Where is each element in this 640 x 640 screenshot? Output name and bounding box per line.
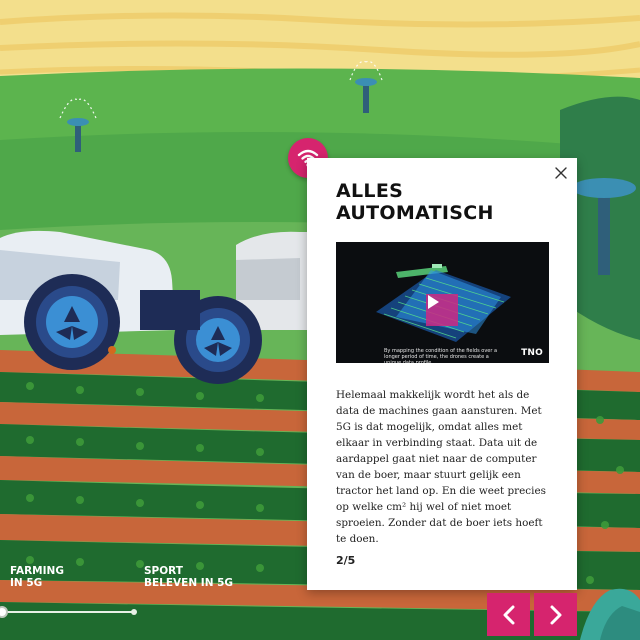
- play-icon: [428, 295, 439, 309]
- info-panel: ALLES AUTOMATISCH By mapping the conditi…: [307, 158, 577, 590]
- tno-logo: TNO: [521, 348, 543, 358]
- close-icon: [555, 167, 567, 179]
- chapter-farming-line2: IN 5G: [10, 577, 43, 589]
- timeline-track: [4, 611, 134, 613]
- chapter-farming-line1: FARMING: [10, 565, 64, 577]
- chapter-timeline[interactable]: [0, 606, 140, 618]
- chapter-farming[interactable]: FARMING IN 5G: [10, 565, 100, 589]
- page-indicator: 2/5: [336, 554, 356, 567]
- panel-body-text: Helemaal makkelijk wordt het als de data…: [336, 389, 546, 545]
- chapter-sport[interactable]: SPORT BELEVEN IN 5G: [144, 565, 264, 589]
- close-button[interactable]: [553, 165, 569, 181]
- chevron-right-icon: [550, 605, 561, 624]
- timeline-handle[interactable]: [0, 606, 8, 618]
- video-player[interactable]: By mapping the condition of the fields o…: [336, 242, 549, 363]
- panel-title-line2: AUTOMATISCH: [336, 202, 494, 224]
- previous-button[interactable]: [487, 593, 530, 636]
- panel-title-line1: ALLES: [336, 180, 404, 202]
- video-caption: By mapping the condition of the fields o…: [384, 348, 498, 363]
- chapter-sport-line2: BELEVEN IN 5G: [144, 577, 234, 589]
- panel-title: ALLES AUTOMATISCH: [336, 180, 536, 224]
- chapter-sport-line1: SPORT: [144, 565, 183, 577]
- chevron-left-icon: [503, 605, 514, 624]
- play-button[interactable]: [426, 294, 458, 326]
- timeline-chapter-marker[interactable]: [131, 609, 137, 615]
- next-button[interactable]: [534, 593, 577, 636]
